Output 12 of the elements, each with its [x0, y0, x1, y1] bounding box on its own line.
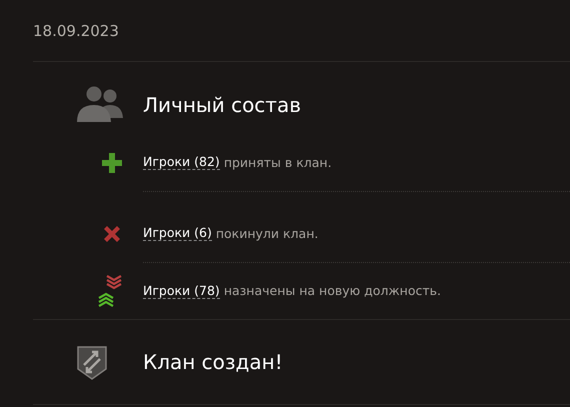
event-text: покинули клан.	[216, 226, 318, 240]
players-link[interactable]: Игроки (6)	[143, 225, 212, 241]
date-heading: 18.09.2023	[33, 0, 570, 62]
event-text: назначены на новую должность.	[224, 283, 441, 298]
chevrons-icon	[97, 272, 123, 308]
section-title: Личный состав	[143, 93, 301, 117]
people-icon	[75, 86, 125, 124]
event-text: приняты в клан.	[224, 154, 332, 170]
section-title: Клан создан!	[143, 350, 283, 374]
players-link[interactable]: Игроки (78)	[143, 282, 220, 298]
players-link[interactable]: Игроки (82)	[143, 154, 220, 170]
plus-icon	[101, 152, 123, 174]
